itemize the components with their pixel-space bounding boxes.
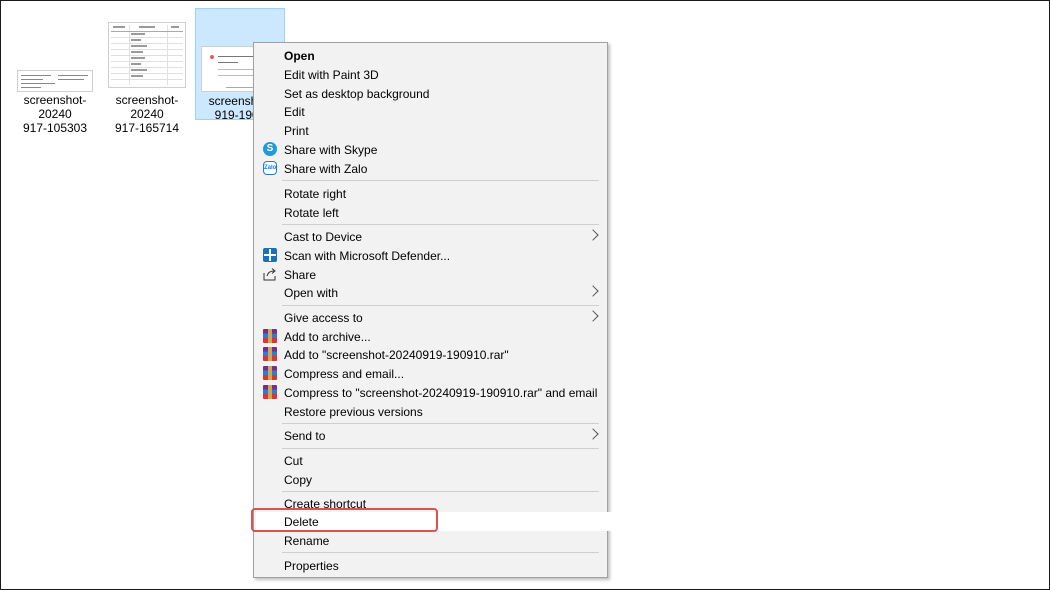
menu-separator [282,552,599,553]
menu-item-open-with[interactable]: Open with [256,283,605,302]
chevron-right-icon [587,310,599,322]
menu-item-rotate-left[interactable]: Rotate left [256,203,605,222]
menu-item-compress-and-email[interactable]: Compress and email... [256,364,605,383]
winrar-icon [263,366,277,380]
skype-icon: S [263,142,277,156]
menu-item-send-to[interactable]: Send to [256,426,605,445]
menu-separator [282,448,599,449]
menu-item-share[interactable]: Share [256,265,605,284]
menu-item-give-access-to[interactable]: Give access to [256,308,605,327]
menu-separator [282,224,599,225]
file-screenshot-20240917-165714[interactable]: screenshot-20240 917-165714 [102,8,192,135]
menu-item-cast-to-device[interactable]: Cast to Device [256,227,605,246]
file-name: screenshot-20240 917-105303 [22,93,88,135]
zalo-icon: Zalo [263,161,277,175]
file-name: screenshot-20240 917-165714 [114,93,180,135]
menu-separator [282,180,599,181]
menu-separator [282,305,599,306]
menu-separator [282,423,599,424]
context-menu: Open Edit with Paint 3D Set as desktop b… [253,42,613,578]
menu-item-print[interactable]: Print [256,121,605,140]
menu-item-share-with-zalo[interactable]: Zalo Share with Zalo [256,159,605,178]
menu-item-edit[interactable]: Edit [256,102,605,121]
chevron-right-icon [587,428,599,440]
delete-highlight-annotation [251,508,438,532]
menu-item-share-with-skype[interactable]: S Share with Skype [256,140,605,159]
menu-item-add-to-rar[interactable]: Add to "screenshot-20240919-190910.rar" [256,345,605,364]
menu-item-copy[interactable]: Copy [256,470,605,489]
menu-item-scan-with-defender[interactable]: Scan with Microsoft Defender... [256,246,605,265]
menu-item-rotate-right[interactable]: Rotate right [256,184,605,203]
image-thumbnail [17,70,93,92]
menu-item-edit-with-paint-3d[interactable]: Edit with Paint 3D [256,65,605,84]
image-thumbnail [108,22,186,88]
winrar-icon [263,329,277,343]
menu-item-cut[interactable]: Cut [256,451,605,470]
menu-item-open[interactable]: Open [256,46,605,65]
chevron-right-icon [587,285,599,297]
defender-icon [263,248,277,262]
menu-item-rename[interactable]: Rename [256,531,605,550]
menu-item-compress-to-rar-and-email[interactable]: Compress to "screenshot-20240919-190910.… [256,383,605,402]
chevron-right-icon [587,229,599,241]
winrar-icon [263,347,277,361]
winrar-icon [263,385,277,399]
menu-separator [282,491,599,492]
file-screenshot-20240917-105303[interactable]: screenshot-20240 917-105303 [10,8,100,135]
menu-item-restore-previous-versions[interactable]: Restore previous versions [256,402,605,421]
menu-item-add-to-archive[interactable]: Add to archive... [256,327,605,346]
menu-item-properties[interactable]: Properties [256,556,605,575]
share-icon [263,267,277,281]
menu-item-set-as-desktop-background[interactable]: Set as desktop background [256,84,605,103]
